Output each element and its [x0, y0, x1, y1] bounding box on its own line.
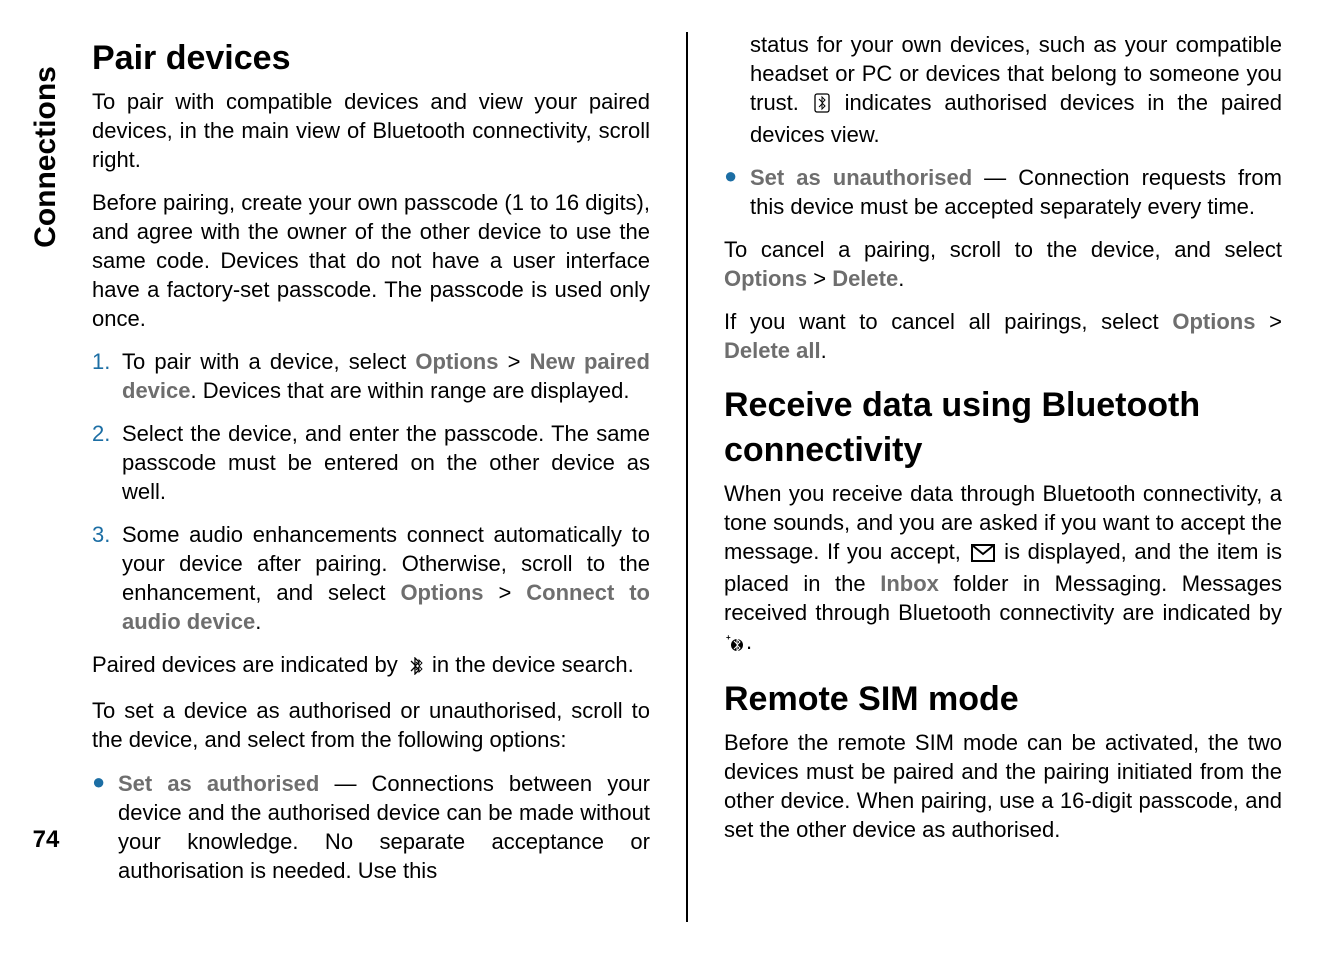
paragraph: Before the remote SIM mode can be activa… [724, 728, 1282, 844]
two-column-layout: Pair devices To pair with compatible dev… [92, 28, 1282, 926]
svg-text:+: + [726, 634, 731, 642]
menu-path-segment: Delete [832, 266, 898, 291]
menu-path-segment: Options [400, 580, 483, 605]
text-run: To cancel a pairing, scroll to the devic… [724, 237, 1282, 262]
text-run: > [1255, 309, 1282, 334]
left-margin: Connections 74 [22, 20, 70, 914]
text-run: . [821, 338, 827, 363]
paragraph: If you want to cancel all pairings, sele… [724, 307, 1282, 365]
step-number: 2. [92, 419, 122, 506]
text-run: . [898, 266, 904, 291]
menu-path-segment: Delete all [724, 338, 821, 363]
paragraph-continuation: status for your own devices, such as you… [724, 30, 1282, 149]
paragraph: Paired devices are indicated by in the d… [92, 650, 650, 682]
heading-pair-devices: Pair devices [92, 36, 650, 81]
pairing-steps: 1. To pair with a device, select Options… [92, 347, 650, 636]
text-run: Paired devices are indicated by [92, 652, 404, 677]
list-item: ● Set as unauthorised — Connection reque… [724, 163, 1282, 221]
bullet-body: Set as unauthorised — Connection request… [750, 163, 1282, 221]
heading-receive-data: Receive data using Bluetooth connectivit… [724, 383, 1282, 473]
paragraph: To pair with compatible devices and view… [92, 87, 650, 174]
list-item: 1. To pair with a device, select Options… [92, 347, 650, 405]
envelope-icon [971, 540, 995, 569]
step-number: 3. [92, 520, 122, 636]
text-run: . [746, 629, 752, 654]
paragraph: To cancel a pairing, scroll to the devic… [724, 235, 1282, 293]
paragraph: To set a device as authorised or unautho… [92, 696, 650, 754]
list-item: 3. Some audio enhancements connect autom… [92, 520, 650, 636]
text-run: in the device search. [426, 652, 634, 677]
bullet-dot-icon: ● [92, 769, 118, 885]
left-column: Pair devices To pair with compatible dev… [92, 28, 650, 926]
authorised-device-icon [814, 91, 830, 120]
right-column: status for your own devices, such as you… [724, 28, 1282, 926]
step-body: Some audio enhancements connect automati… [122, 520, 650, 636]
inbox-label: Inbox [880, 571, 939, 596]
text-run: > [484, 580, 527, 605]
step-body: Select the device, and enter the passcod… [122, 419, 650, 506]
option-label: Set as unauthorised [750, 165, 972, 190]
column-divider [686, 32, 688, 922]
authorisation-options: ● Set as authorised — Connections betwee… [92, 769, 650, 885]
text-run: . Devices that are within range are disp… [191, 378, 630, 403]
bullet-body: Set as authorised — Connections between … [118, 769, 650, 885]
menu-path-segment: Options [724, 266, 807, 291]
manual-page: Connections 74 Pair devices To pair with… [0, 0, 1322, 954]
paragraph: Before pairing, create your own passcode… [92, 188, 650, 333]
text-run: indicates authorised devices in the pair… [750, 90, 1282, 147]
text-run: > [807, 266, 832, 291]
text-run: If you want to cancel all pairings, sele… [724, 309, 1172, 334]
text-run: To pair with a device, select [122, 349, 415, 374]
bluetooth-paired-icon [406, 653, 424, 682]
heading-remote-sim: Remote SIM mode [724, 677, 1282, 722]
option-label: Set as authorised [118, 771, 319, 796]
text-run: . [255, 609, 261, 634]
step-body: To pair with a device, select Options > … [122, 347, 650, 405]
authorisation-options-cont: ● Set as unauthorised — Connection reque… [724, 163, 1282, 221]
bullet-dot-icon: ● [724, 163, 750, 221]
list-item: 2. Select the device, and enter the pass… [92, 419, 650, 506]
list-item: ● Set as authorised — Connections betwee… [92, 769, 650, 885]
menu-path-segment: Options [415, 349, 498, 374]
bluetooth-message-icon: + [726, 630, 744, 659]
page-number: 74 [33, 826, 60, 854]
paragraph: When you receive data through Bluetooth … [724, 479, 1282, 659]
text-run: > [498, 349, 529, 374]
sidebar-section-label: Connections [29, 66, 63, 248]
menu-path-segment: Options [1172, 309, 1255, 334]
step-number: 1. [92, 347, 122, 405]
